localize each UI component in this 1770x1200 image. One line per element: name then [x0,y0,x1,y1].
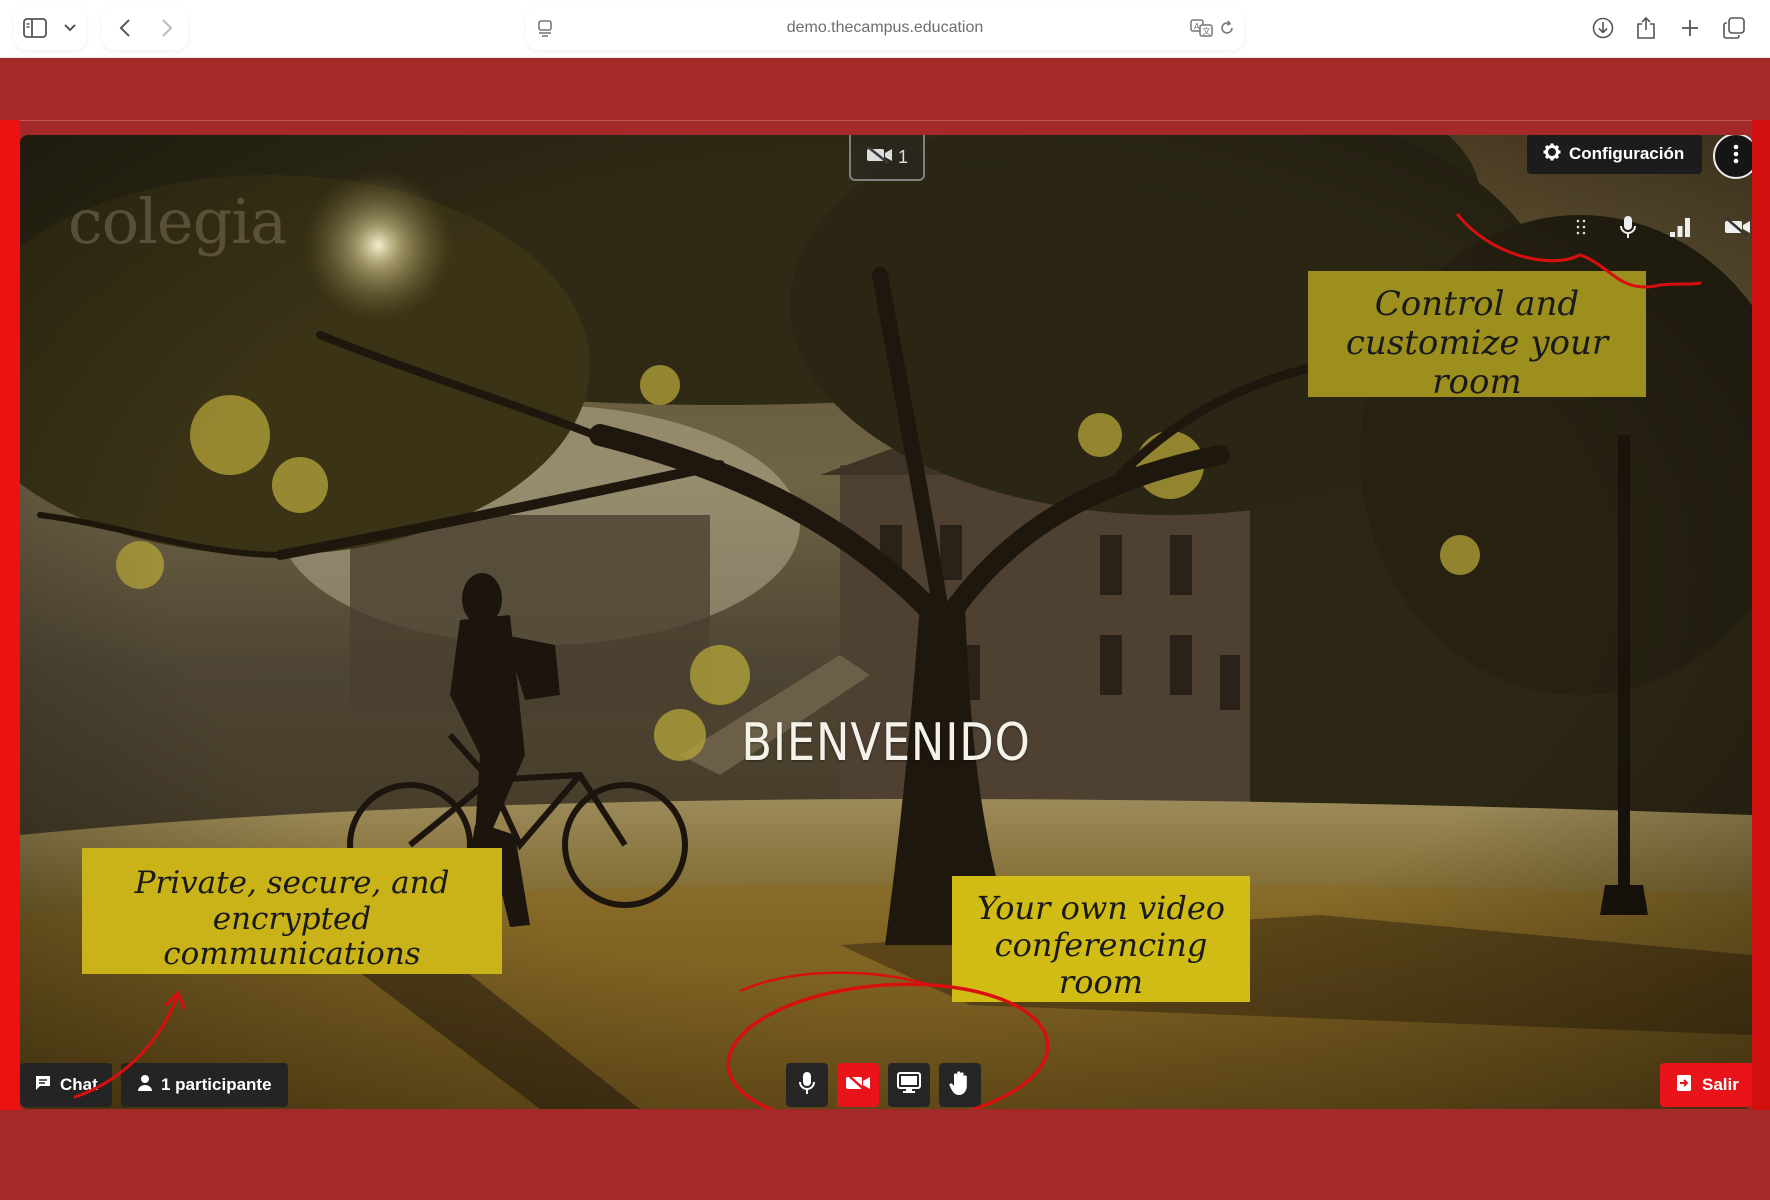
note-line: Your own video [976,889,1226,927]
annotation-note-controls: Control and customize your room [1308,271,1646,402]
new-tab-icon[interactable] [1672,10,1708,46]
note-line: conferencing room [994,925,1208,1001]
browser-toolbar: demo.thecampus.education A文 [0,0,1770,58]
participants-label: 1 participante [161,1075,272,1094]
video-stage: colegia 1 Configuración BIENVENIDO Contr… [20,135,1752,1109]
note-line: encrypted communications [163,900,421,973]
school-logo: colegia [68,185,287,258]
note-line: Control and [1374,284,1580,324]
leave-button[interactable]: Salir [1660,1063,1752,1107]
participant-tile-controls [1576,211,1752,247]
chevron-down-icon[interactable] [52,10,88,46]
gear-icon [1543,143,1561,166]
camera-count: 1 [897,146,908,167]
kebab-menu-icon [1733,144,1739,169]
annotation-border-right [1752,120,1770,1110]
screen-share-button[interactable] [888,1063,930,1107]
chat-bubble-icon [34,1074,52,1097]
microphone-icon[interactable] [1619,215,1637,244]
reader-icon[interactable] [527,10,563,46]
camera-count-badge[interactable]: 1 [849,135,925,181]
address-bar[interactable]: demo.thecampus.education [700,16,1070,40]
share-icon[interactable] [1628,10,1664,46]
settings-button[interactable]: Configuración [1527,135,1703,174]
svg-text:A: A [1194,22,1200,31]
back-icon[interactable] [107,10,143,46]
download-icon[interactable] [1585,10,1621,46]
camera-off-icon [845,1072,871,1098]
tabs-icon[interactable] [1716,10,1752,46]
raise-hand-icon [948,1070,972,1101]
person-icon [137,1074,153,1097]
camera-toggle-button[interactable] [837,1063,879,1107]
signal-strength-icon[interactable] [1669,216,1691,243]
note-line: Private, secure, and [134,865,450,901]
drag-handle-icon[interactable] [1576,219,1586,240]
note-line: customize your room [1345,323,1609,403]
forward-icon[interactable] [149,10,185,46]
camera-off-icon[interactable] [1724,216,1752,242]
settings-label: Configuración [1569,144,1685,163]
annotation-note-privacy: Private, secure, and encrypted communica… [82,848,502,974]
welcome-title: BIENVENIDO [741,713,1031,773]
participants-button[interactable]: 1 participante [121,1063,288,1107]
raise-hand-button[interactable] [939,1063,981,1107]
microphone-button[interactable] [786,1063,828,1107]
annotation-border-left [0,120,20,1110]
reload-icon[interactable] [1209,10,1245,46]
leave-label: Salir [1702,1075,1739,1094]
chat-button[interactable]: Chat [20,1063,112,1107]
exit-icon [1676,1074,1692,1097]
chat-label: Chat [60,1075,98,1094]
sidebar-icon[interactable] [17,10,53,46]
camera-off-icon [866,145,894,169]
media-controls [786,1063,981,1107]
screen-share-icon [897,1071,921,1099]
annotation-note-room: Your own video conferencing room [952,876,1250,1002]
header-divider [0,120,1770,121]
microphone-icon [799,1071,815,1100]
